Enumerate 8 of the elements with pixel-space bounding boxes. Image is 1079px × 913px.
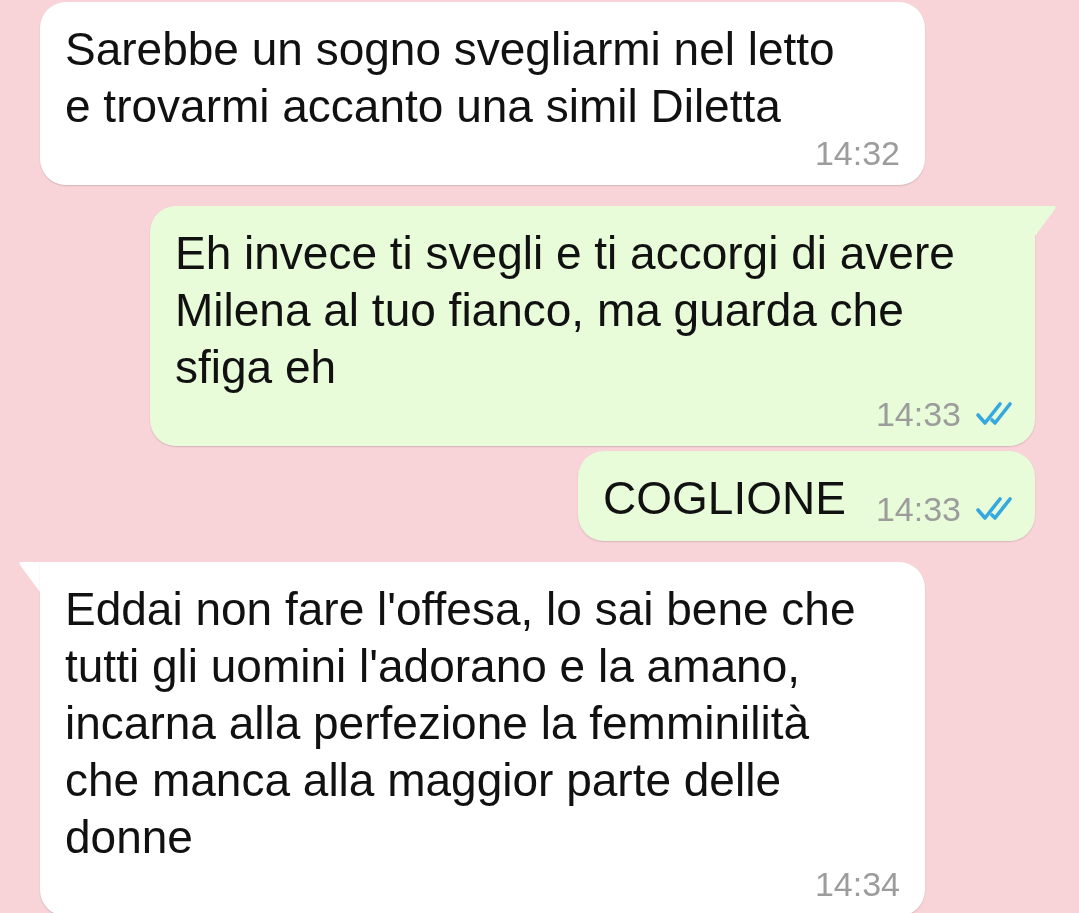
message-time: 14:34	[814, 866, 900, 902]
message-text: Sarebbe un sogno svegliarmi nel letto e trovarmi accanto una simil Diletta	[65, 22, 835, 134]
message-time: 14:33	[875, 396, 961, 432]
message-text: COGLIONE	[603, 471, 846, 526]
message-time: 14:32	[814, 135, 900, 171]
message-time: 14:33	[875, 491, 961, 527]
message-text: Eddai non fare l'offesa, lo sai bene che tutti gli uomini l'adorano e la amano, incarna alla perfezione la femminilità che manca alla maggior parte delle donne	[65, 582, 856, 865]
message-text: Eh invece ti svegli e ti accorgi di avere Milena al tuo fianco, ma guarda che sfiga eh	[175, 226, 955, 395]
